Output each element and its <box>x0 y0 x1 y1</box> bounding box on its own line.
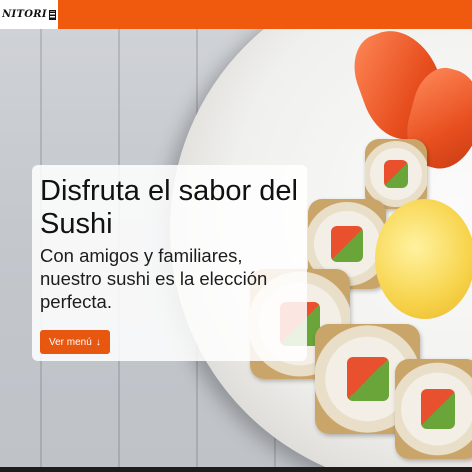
sushi-roll-image <box>395 359 472 459</box>
hero-title: Disfruta el sabor del Sushi <box>40 175 298 240</box>
navbar: NITORI <box>0 0 472 29</box>
hero-subtitle: Con amigos y familiares, nuestro sushi e… <box>40 245 268 312</box>
hero-card: Disfruta el sabor del Sushi Con amigos y… <box>32 165 307 361</box>
pickled-ginger-image <box>375 199 472 319</box>
arrow-down-icon: ↓ <box>95 336 101 348</box>
brand-logo[interactable]: NITORI <box>0 0 58 29</box>
bottom-edge <box>0 467 472 472</box>
view-menu-button[interactable]: Ver menú ↓ <box>40 330 110 354</box>
view-menu-button-label: Ver menú <box>49 336 92 348</box>
brand-name: NITORI <box>2 9 47 20</box>
sushi-box-logo-icon <box>48 9 56 20</box>
